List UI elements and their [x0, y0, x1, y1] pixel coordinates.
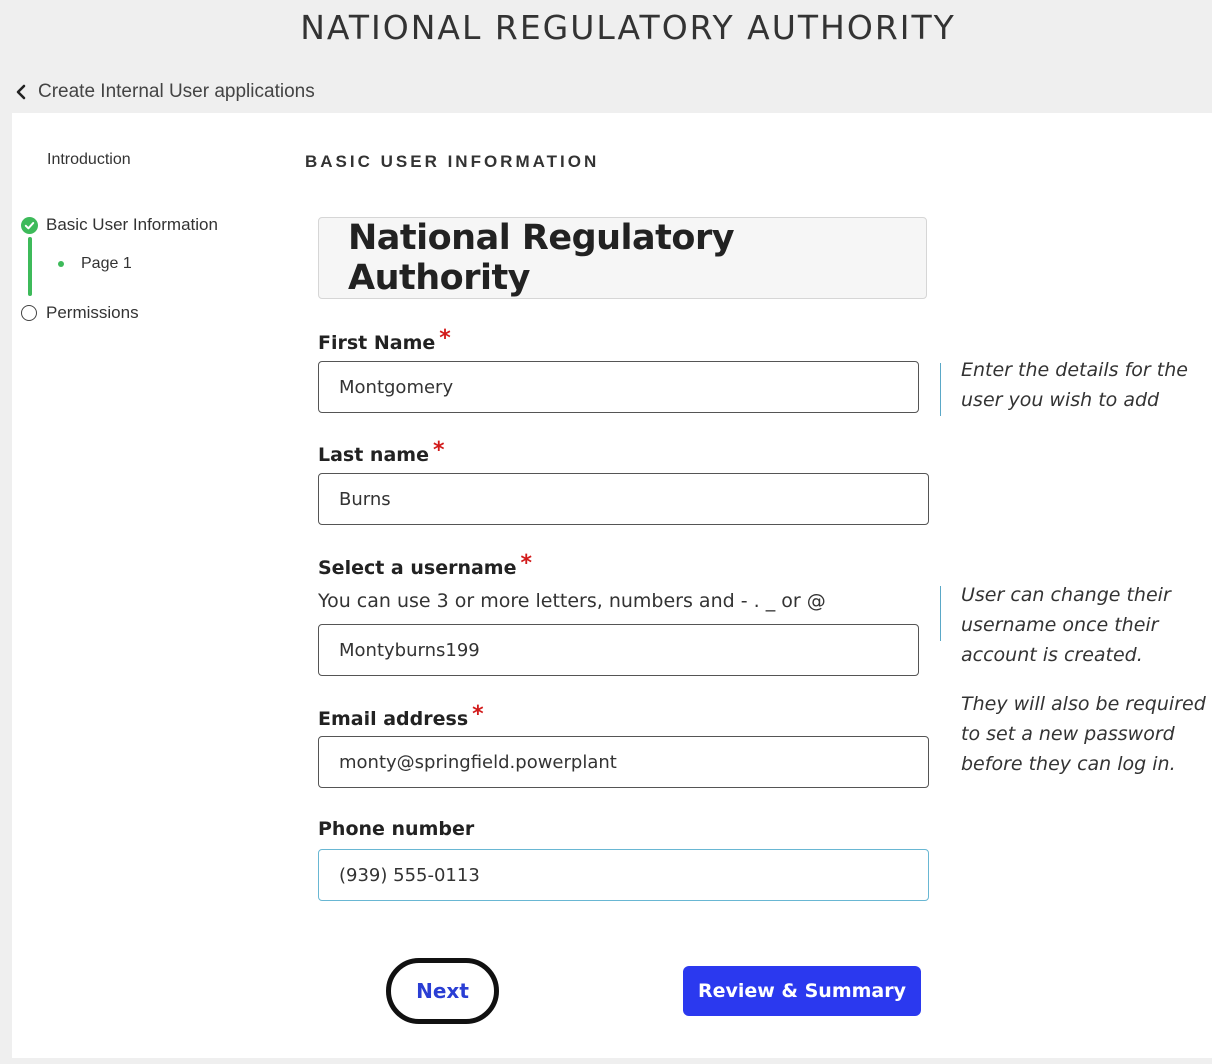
back-link[interactable]: Create Internal User applications: [14, 80, 315, 104]
sidebar-item-permissions[interactable]: Permissions: [21, 303, 139, 323]
required-marker: *: [439, 326, 451, 351]
help-line: before they can log in.: [961, 753, 1176, 775]
help-divider: [940, 363, 941, 416]
help-text-details: Enter the details for the user you wish …: [961, 355, 1188, 415]
label-text: Last name: [318, 444, 429, 466]
first-name-label: First Name *: [318, 326, 451, 355]
help-text-password: They will also be required to set a new …: [961, 689, 1206, 779]
chevron-left-icon: [16, 84, 26, 100]
username-hint: You can use 3 or more letters, numbers a…: [318, 590, 826, 612]
last-name-label: Last name *: [318, 438, 444, 467]
first-name-field[interactable]: [318, 361, 919, 413]
sidebar-item-label: Basic User Information: [46, 215, 218, 234]
help-divider: [940, 586, 941, 641]
help-line: to set a new password: [961, 723, 1175, 745]
progress-line: [28, 237, 32, 296]
sidebar-item-label: Page 1: [81, 255, 132, 272]
back-link-label: Create Internal User applications: [38, 81, 315, 102]
section-title: BASIC USER INFORMATION: [305, 152, 600, 171]
required-marker: *: [520, 551, 533, 576]
label-text: Email address: [318, 708, 469, 730]
dot-icon: [58, 261, 64, 267]
help-line: account is created.: [961, 644, 1143, 666]
sidebar-item-page-1[interactable]: Page 1: [58, 255, 132, 273]
next-button[interactable]: Next: [386, 958, 499, 1024]
required-marker: *: [472, 702, 484, 727]
phone-field[interactable]: [318, 849, 929, 901]
help-line: username once their: [961, 614, 1159, 636]
help-line: user you wish to add: [961, 389, 1160, 411]
sidebar-item-introduction[interactable]: Introduction: [47, 151, 131, 169]
help-text-username: User can change their username once thei…: [961, 580, 1171, 670]
required-marker: *: [432, 438, 445, 463]
help-line: Enter the details for the: [961, 359, 1188, 381]
empty-circle-icon: [21, 305, 37, 321]
app-title: NATIONAL REGULATORY AUTHORITY: [300, 8, 956, 47]
help-line: User can change their: [961, 584, 1171, 606]
organisation-name: National Regulatory Authority: [348, 218, 735, 298]
phone-label: Phone number: [318, 818, 474, 840]
sidebar-item-basic-user-information[interactable]: Basic User Information: [21, 215, 218, 235]
help-line: They will also be required: [961, 693, 1206, 715]
email-field[interactable]: [318, 736, 929, 788]
username-field[interactable]: [318, 624, 919, 676]
username-label: Select a username *: [318, 551, 532, 580]
sidebar-item-label: Permissions: [46, 303, 139, 322]
email-label: Email address *: [318, 702, 484, 731]
check-circle-icon: [21, 216, 38, 234]
review-summary-button[interactable]: Review & Summary: [683, 966, 921, 1016]
label-text: First Name: [318, 332, 436, 354]
last-name-field[interactable]: [318, 473, 929, 525]
label-text: Select a username: [318, 557, 517, 579]
label-text: Phone number: [318, 818, 475, 840]
organisation-banner: National Regulatory Authority: [318, 217, 927, 299]
